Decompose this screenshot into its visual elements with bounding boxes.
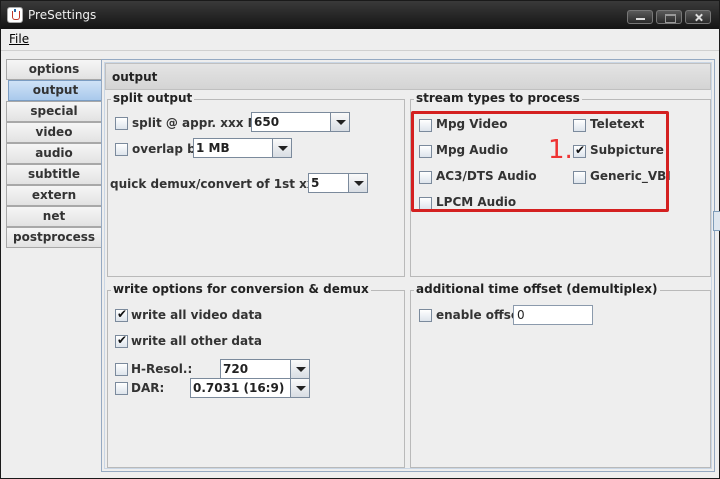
tab-output[interactable]: output — [8, 80, 102, 101]
split-checkbox[interactable] — [115, 117, 128, 130]
tab-video[interactable]: video — [6, 122, 101, 143]
tab-special[interactable]: special — [6, 101, 101, 122]
hresol-label: H-Resol.: — [131, 362, 193, 376]
panel-title: output — [112, 70, 158, 84]
split-size-value: 650 — [254, 115, 280, 129]
menu-file[interactable]: File — [9, 32, 29, 46]
window-title: PreSettings — [28, 8, 97, 22]
write-all-video-label: write all video data — [131, 308, 263, 322]
overlap-checkbox[interactable] — [115, 143, 128, 156]
dar-combo[interactable]: 0.7031 (16:9) — [190, 378, 310, 398]
split-size-combo[interactable]: 650 — [251, 112, 350, 132]
enable-offset-checkbox[interactable] — [419, 309, 432, 322]
hresol-combo[interactable]: 720 — [220, 359, 310, 379]
quick-demux-value: 5 — [311, 176, 320, 190]
minimize-button[interactable] — [627, 10, 653, 24]
chevron-down-icon[interactable] — [290, 360, 309, 378]
annotation-number: 1. — [548, 135, 573, 165]
split-output-title: split output — [111, 91, 195, 105]
tab-postprocess[interactable]: postprocess — [6, 227, 101, 248]
dar-label: DAR: — [131, 381, 165, 395]
tab-net[interactable]: net — [6, 206, 101, 227]
chevron-down-icon[interactable] — [272, 139, 291, 157]
chevron-down-icon[interactable] — [330, 113, 349, 131]
write-all-other-checkbox[interactable] — [115, 333, 128, 348]
hresol-value: 720 — [223, 362, 249, 376]
tab-options[interactable]: options — [6, 59, 101, 80]
enable-offset-label: enable offset — [436, 308, 525, 322]
menu-bar: File — [1, 29, 719, 51]
offset-value: 0 — [517, 308, 525, 322]
time-offset-title: additional time offset (demultiplex) — [414, 282, 660, 296]
panel-header: output — [105, 63, 711, 90]
overlap-combo[interactable]: 1 MB — [193, 138, 292, 158]
title-bar[interactable]: PreSettings — [1, 1, 719, 29]
tab-audio[interactable]: audio — [6, 143, 101, 164]
write-all-video-checkbox[interactable] — [115, 307, 128, 322]
write-options-title: write options for conversion & demux — [111, 282, 371, 296]
chevron-down-icon[interactable] — [290, 379, 309, 397]
split-label: split @ appr. xxx MB — [132, 116, 269, 130]
tab-subtitle[interactable]: subtitle — [6, 164, 101, 185]
quick-demux-combo[interactable]: 5 — [308, 173, 368, 193]
dar-checkbox[interactable] — [115, 382, 128, 395]
overlap-value: 1 MB — [196, 141, 230, 155]
side-tab-stub[interactable] — [713, 211, 720, 231]
menu-file-label: File — [9, 32, 30, 46]
dar-value: 0.7031 (16:9) — [193, 381, 285, 395]
close-button[interactable] — [685, 10, 711, 24]
stream-types-title: stream types to process — [414, 91, 582, 105]
java-app-icon — [7, 7, 23, 23]
chevron-down-icon[interactable] — [348, 174, 367, 192]
annotation-highlight-box — [411, 111, 669, 212]
maximize-button[interactable] — [656, 10, 682, 24]
tab-extern[interactable]: extern — [6, 185, 101, 206]
offset-input[interactable]: 0 — [513, 305, 593, 325]
hresol-checkbox[interactable] — [115, 363, 128, 376]
presettings-window: PreSettings File options output special … — [0, 0, 720, 479]
write-all-other-label: write all other data — [131, 334, 262, 348]
